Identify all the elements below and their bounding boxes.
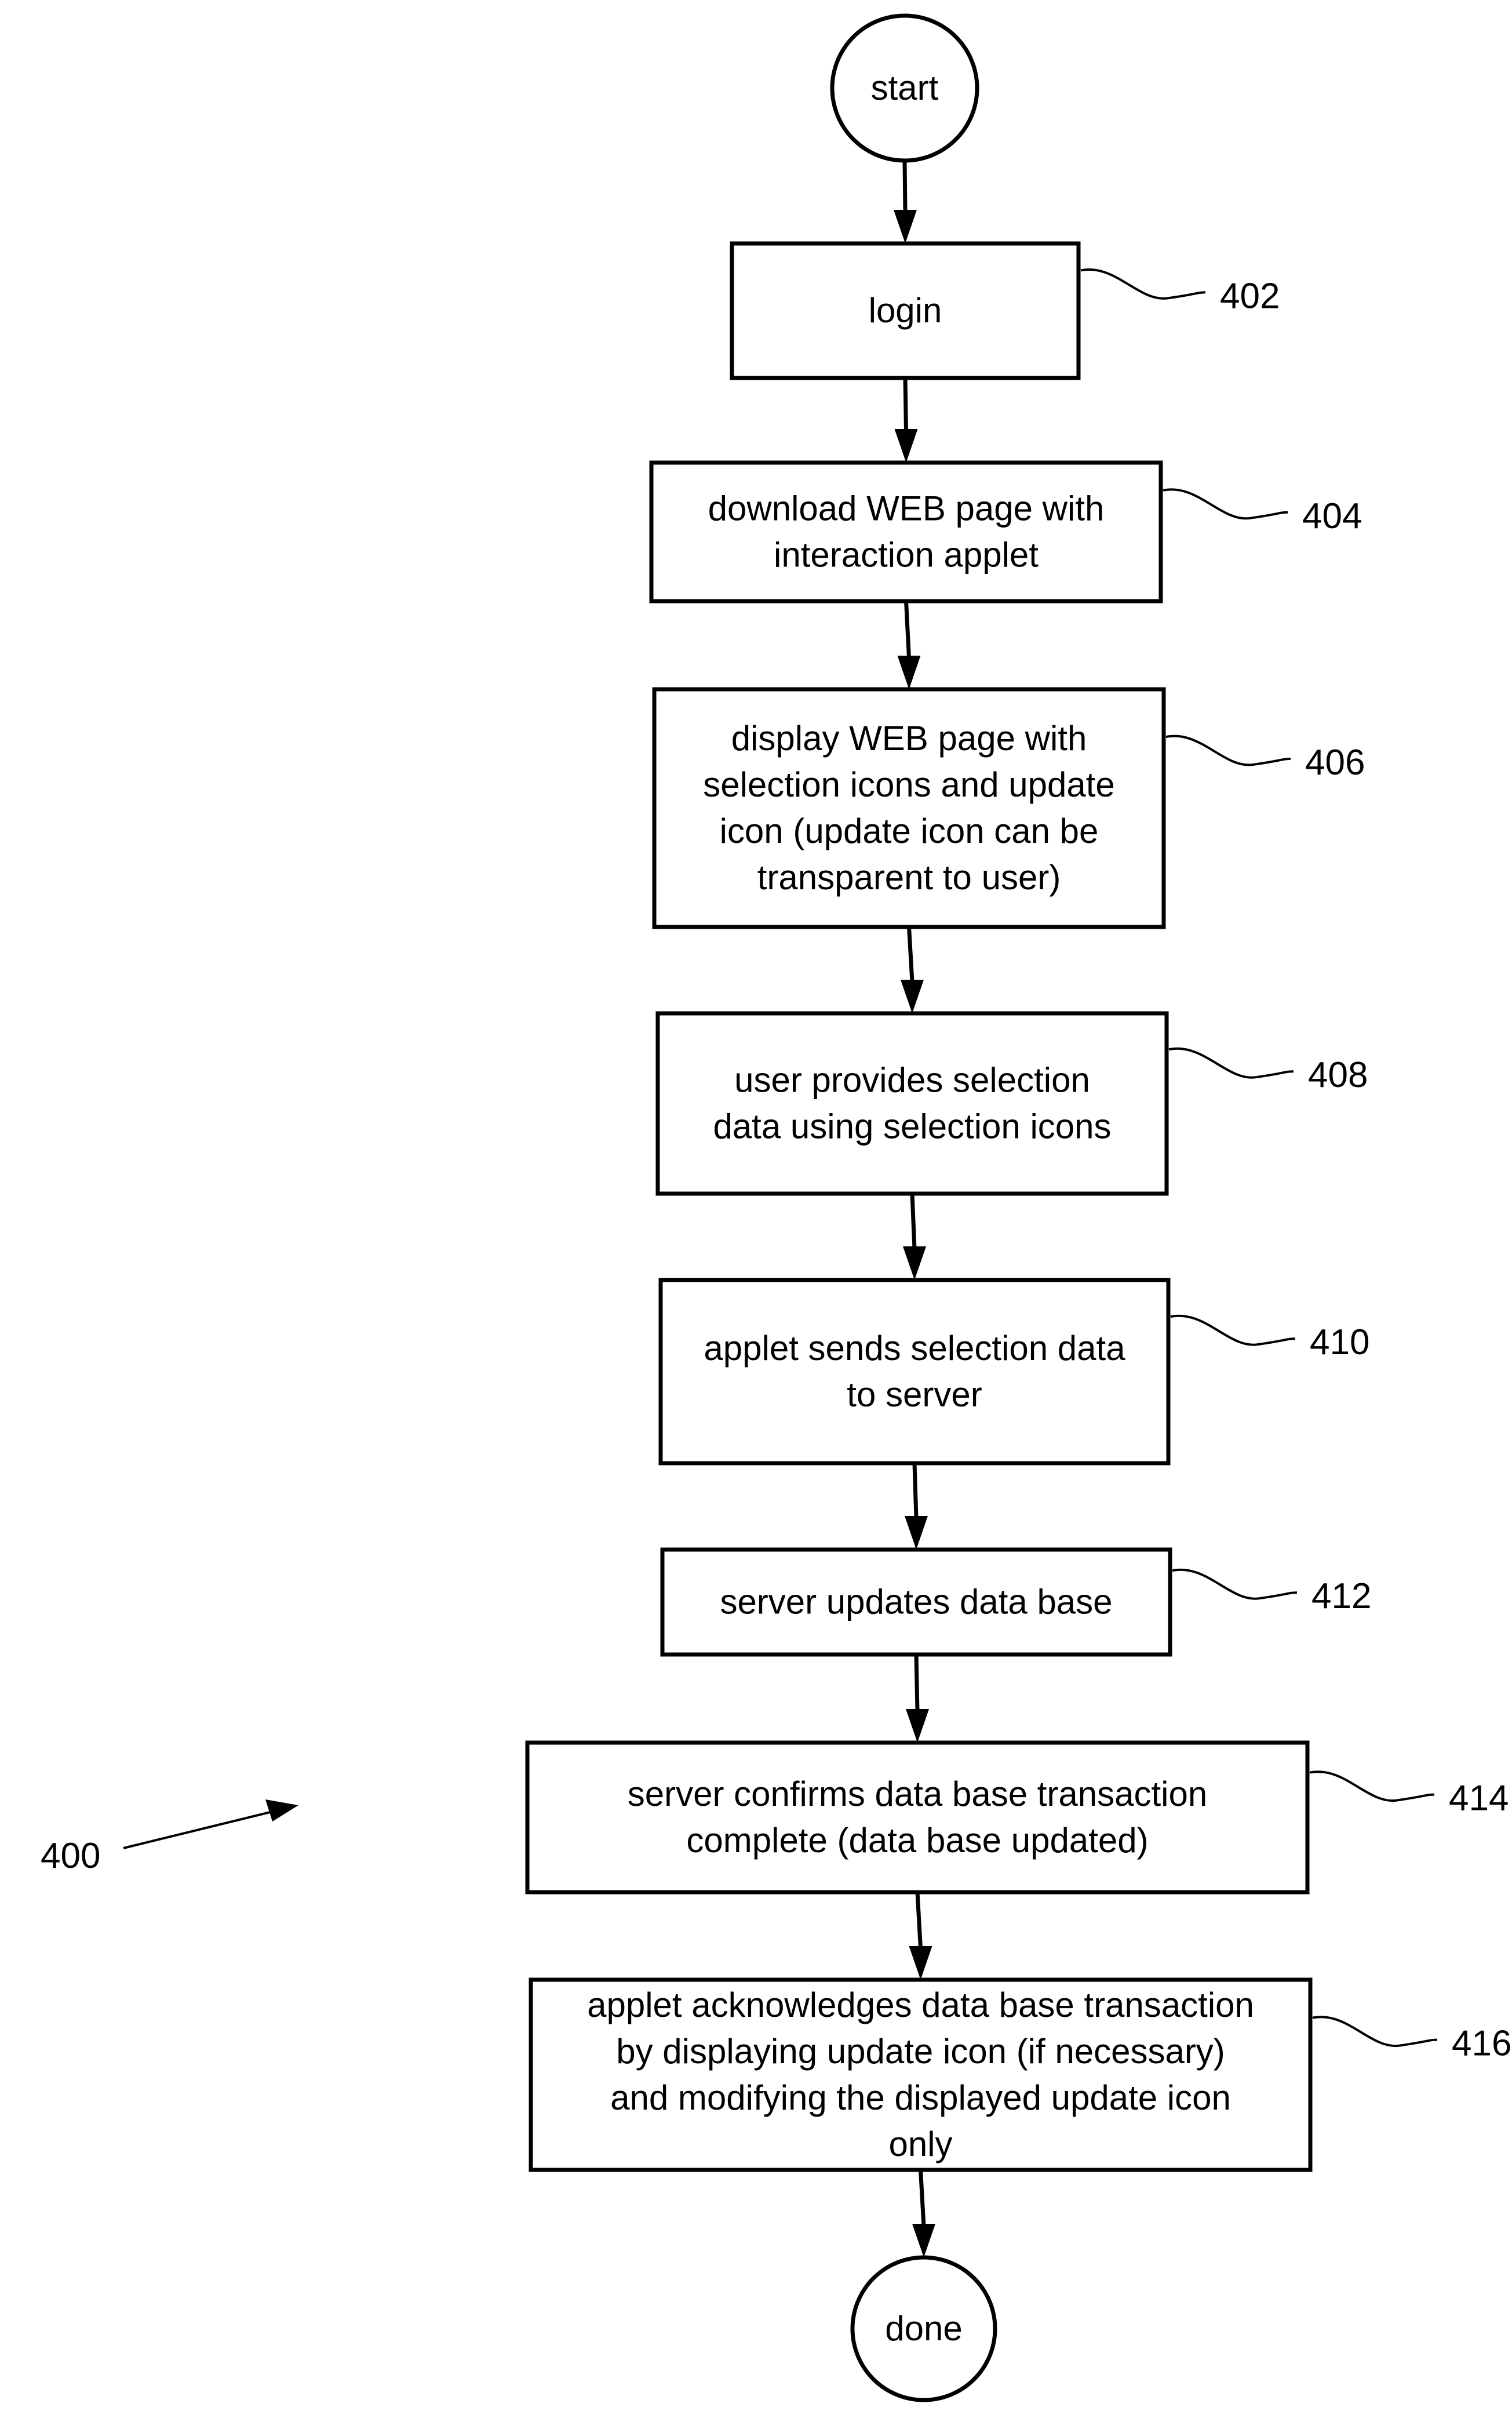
ref-402-leader-line: [1080, 268, 1206, 300]
node-404-text-line: interaction applet: [774, 536, 1039, 574]
arrowhead-icon: [909, 1946, 932, 1980]
step-404-box: [649, 460, 1163, 603]
ref-label-412: 412: [1311, 1576, 1371, 1616]
node-416-text-line: only: [888, 2125, 952, 2164]
node-402-text-line: login: [869, 291, 942, 330]
node-406-text-line: selection icons and update: [703, 765, 1115, 804]
ref-label-404: 404: [1302, 496, 1362, 536]
edge-402-to-404: [894, 377, 918, 463]
node-done-text-line: done: [885, 2309, 962, 2348]
ref-406-leader-line: [1165, 735, 1291, 766]
edge-408-to-410: [903, 1193, 926, 1280]
flowchart-canvas: start login 402 download WEB page with inter…: [41, 13, 1511, 2402]
node-408-text-line: data using selection icons: [713, 1107, 1111, 1146]
arrowhead-icon: [901, 980, 924, 1013]
node-416-text-line: by displaying update icon (if necessary): [616, 2032, 1225, 2071]
edge-412-to-414: [906, 1654, 929, 1743]
edge-start-to-402: [894, 160, 917, 243]
connector-line: [903, 377, 908, 432]
node-414-text-line: server confirms data base transaction: [628, 1775, 1207, 1813]
node-410: applet sends selection data to server 410: [658, 1278, 1369, 1466]
step-408-box: [655, 1011, 1169, 1196]
ref-label-408: 408: [1308, 1055, 1368, 1095]
node-410-text-line: applet sends selection data: [704, 1329, 1125, 1368]
figure-reference: 400: [41, 1799, 298, 1876]
node-404-text-line: download WEB page with: [708, 489, 1105, 528]
node-416-text-line: and modifying the displayed update icon: [610, 2078, 1231, 2117]
arrowhead-icon: [894, 210, 917, 243]
node-416: applet acknowledges data base transactio…: [529, 1977, 1511, 2172]
connector-line: [912, 1463, 919, 1519]
connector-line: [915, 1892, 923, 1949]
connector-line: [914, 1654, 920, 1712]
arrowhead-icon: [903, 1246, 926, 1280]
ref-label-414: 414: [1449, 1779, 1509, 1819]
node-414: server confirms data base transaction com…: [525, 1740, 1509, 1895]
ref-416-leader-line: [1312, 2016, 1438, 2048]
node-414-text-line: complete (data base updated): [686, 1821, 1148, 1860]
arrowhead-icon: [912, 2224, 935, 2257]
edge-416-to-done: [912, 2169, 935, 2257]
node-412: server updates data base 412: [660, 1547, 1371, 1657]
node-406: display WEB page with selection icons and…: [652, 687, 1365, 929]
arrowhead-icon: [906, 1709, 929, 1743]
node-done: done: [850, 2255, 997, 2402]
step-414-box: [525, 1740, 1310, 1895]
ref-414-leader-line: [1309, 1770, 1435, 1802]
arrowhead-icon: [897, 656, 921, 689]
node-406-text-line: display WEB page with: [731, 719, 1087, 758]
nodes-layer: start login 402 download WEB page with inter…: [525, 13, 1511, 2402]
node-402: login 402: [730, 241, 1280, 380]
node-406-text-line: transparent to user): [757, 858, 1061, 897]
node-410-text-line: to server: [847, 1375, 982, 1414]
edge-414-to-416: [909, 1892, 932, 1980]
node-start-text-line: start: [871, 68, 939, 107]
edge-404-to-406: [897, 601, 921, 689]
connector-line: [904, 601, 911, 659]
ref-label-406: 406: [1305, 743, 1365, 783]
node-408: user provides selection data using select…: [655, 1011, 1368, 1196]
node-start: start: [830, 13, 979, 163]
ref-label-402: 402: [1220, 276, 1280, 316]
ref-label-416: 416: [1452, 2024, 1511, 2064]
node-406-text-line: icon (update icon can be: [720, 812, 1099, 850]
node-412-text-line: server updates data base: [720, 1583, 1112, 1621]
edge-406-to-408: [901, 926, 924, 1013]
ref-412-leader-line: [1172, 1568, 1298, 1600]
connector-line: [907, 926, 915, 983]
ref-408-leader-line: [1168, 1047, 1294, 1079]
connector-line: [919, 2169, 926, 2227]
step-410-box: [658, 1278, 1171, 1466]
arrowhead-icon: [905, 1516, 928, 1550]
figure-reference-label: 400: [41, 1836, 100, 1876]
edge-410-to-412: [905, 1463, 928, 1550]
node-404: download WEB page with interaction applet…: [649, 460, 1362, 603]
ref-404-leader-line: [1163, 488, 1288, 520]
ref-label-410: 410: [1310, 1322, 1369, 1362]
figure-reference-arrow-line: [123, 1810, 273, 1849]
connector-line: [910, 1193, 917, 1249]
node-408-text-line: user provides selection: [734, 1061, 1090, 1100]
figure-reference-arrowhead-icon: [265, 1799, 298, 1821]
ref-410-leader-line: [1170, 1314, 1296, 1346]
arrowhead-icon: [894, 429, 918, 463]
node-416-text-line: applet acknowledges data base transactio…: [587, 1986, 1254, 2024]
